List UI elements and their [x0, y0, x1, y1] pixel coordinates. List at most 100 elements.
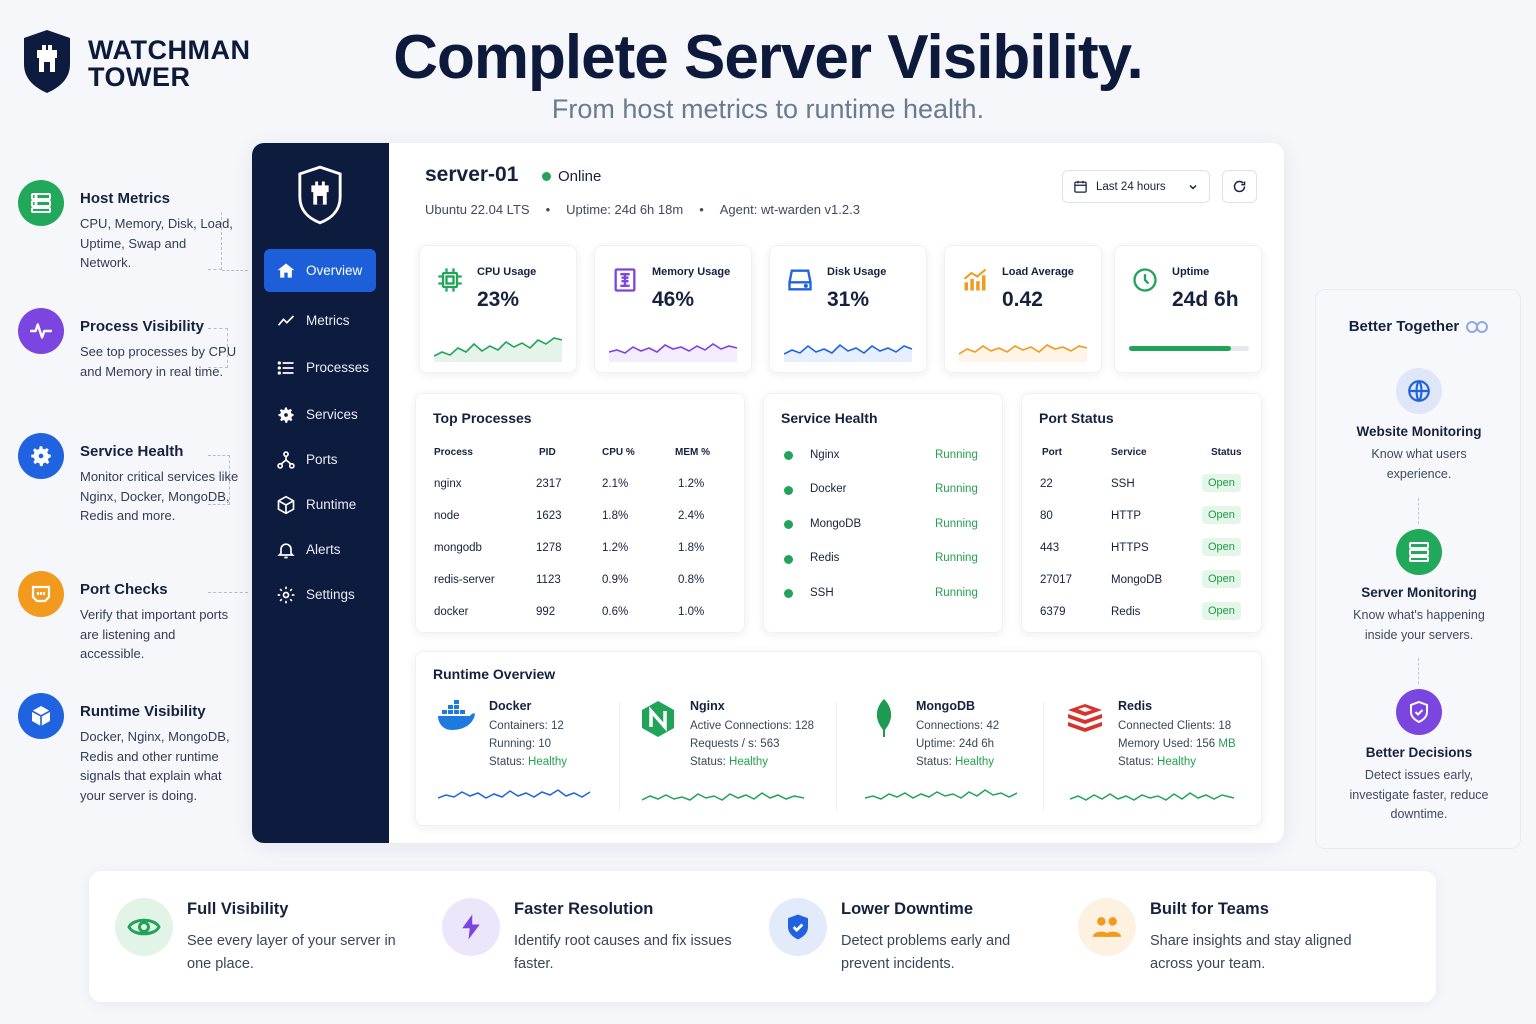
panel-item-desc: Know what's happening inside your server… — [1353, 608, 1485, 642]
service-status: Running — [935, 518, 978, 530]
runtime-status: Status: Healthy — [690, 756, 768, 768]
separator: • — [545, 202, 551, 217]
shield-tower-icon — [296, 164, 344, 231]
card-title: Top Processes — [433, 410, 532, 426]
benefits-banner: Full Visibility See every layer of your … — [89, 871, 1436, 1002]
benefit-desc: Identify root causes and fix issues fast… — [514, 933, 732, 972]
sidebar-item-metrics[interactable]: Metrics — [264, 299, 376, 342]
column-header: Port — [1042, 447, 1062, 458]
sidebar-item-runtime[interactable]: Runtime — [264, 483, 376, 526]
time-range-select[interactable]: Last 24 hours — [1062, 170, 1210, 203]
benefit-title: Full Visibility — [187, 900, 289, 918]
status-badge: Open — [1202, 538, 1241, 556]
table-cell: 0.9% — [602, 574, 629, 586]
feature-title: Host Metrics — [80, 190, 171, 207]
runtime-stat: Running: 10 — [489, 738, 552, 750]
panel-item-desc: Know what users experience. — [1371, 447, 1467, 481]
settings-icon — [277, 586, 295, 603]
panel-item-title: Website Monitoring — [1356, 424, 1482, 439]
feature-desc: Docker, Nginx, MongoDB, Redis and other … — [80, 729, 230, 803]
metric-label: CPU Usage — [477, 266, 537, 278]
feature-port-checks: Port Checks Verify that important ports … — [18, 571, 248, 671]
metric-label: Disk Usage — [827, 266, 887, 278]
table-cell: MongoDB — [1111, 574, 1163, 586]
divider — [836, 702, 837, 812]
benefit-full-visibility: Full Visibility See every layer of your … — [115, 898, 415, 978]
sidebar-item-alerts[interactable]: Alerts — [264, 528, 376, 571]
sidebar-item-services[interactable]: Services — [264, 393, 376, 436]
benefit-desc: Share insights and stay aligned across y… — [1150, 933, 1352, 972]
card-title: Service Health — [781, 410, 878, 426]
table-cell: 0.6% — [602, 606, 629, 618]
memory-used-unit: MB — [1218, 738, 1236, 750]
refresh-button[interactable] — [1222, 170, 1257, 203]
feature-desc: Verify that important ports are listenin… — [80, 607, 229, 661]
status-label: Status: — [916, 756, 952, 768]
runtime-name: Docker — [489, 699, 532, 713]
sidebar-item-processes[interactable]: Processes — [264, 346, 376, 389]
memory-icon — [611, 266, 639, 299]
runtime-stat: Connected Clients: 18 — [1118, 720, 1232, 732]
connector-line — [1418, 658, 1419, 684]
table-cell: 1.0% — [678, 606, 705, 618]
panel-title: Better Together — [1348, 318, 1460, 335]
feature-title: Process Visibility — [80, 318, 204, 335]
runtime-overview-card: Runtime Overview Docker Containers: 12 R… — [415, 651, 1262, 826]
table-cell: 1623 — [536, 510, 562, 522]
panel-item-website-monitoring: Website Monitoring Know what users exper… — [1316, 368, 1522, 484]
metric-card-uptime: Uptime 24d 6h — [1114, 245, 1262, 373]
service-status: Running — [935, 483, 978, 495]
connector-line — [222, 270, 248, 271]
table-cell: 1.8% — [602, 510, 629, 522]
status-label: Status: — [1118, 756, 1154, 768]
sidebar-item-label: Services — [306, 407, 358, 422]
status-value: Healthy — [729, 756, 769, 768]
metric-value: 46% — [652, 288, 695, 311]
server-uptime: Uptime: 24d 6h 18m — [566, 202, 684, 217]
runtime-name: MongoDB — [916, 699, 976, 713]
metric-label: Load Average — [1002, 266, 1074, 278]
table-cell: 80 — [1040, 510, 1053, 522]
service-name: Nginx — [810, 449, 840, 461]
divider — [619, 702, 620, 812]
runtime-stat: Active Connections: 128 — [690, 720, 815, 732]
sidebar-item-settings[interactable]: Settings — [264, 573, 376, 616]
connector-line — [208, 592, 248, 593]
table-cell: 1278 — [536, 542, 562, 554]
table-cell: 22 — [1040, 478, 1053, 490]
sidebar-item-overview[interactable]: Overview — [264, 249, 376, 292]
sparkline — [959, 344, 1088, 362]
column-header: Process — [434, 447, 473, 458]
panel-item-title: Server Monitoring — [1361, 585, 1477, 600]
card-title: Port Status — [1039, 410, 1114, 426]
server-os: Ubuntu 22.04 LTS — [425, 202, 530, 217]
divider — [1043, 702, 1044, 812]
status-dot — [542, 172, 551, 181]
sparkline — [642, 792, 805, 801]
status-badge: Open — [1202, 570, 1241, 588]
home-icon — [277, 263, 295, 278]
sparkline — [434, 337, 563, 362]
runtime-stat: Requests / s: 563 — [690, 738, 780, 750]
service-status: Running — [935, 449, 978, 461]
chevron-down-icon — [1189, 184, 1197, 190]
sidebar-item-label: Runtime — [306, 497, 357, 512]
table-cell: 2317 — [536, 478, 562, 490]
metric-value: 24d 6h — [1172, 288, 1239, 311]
service-status: Running — [935, 587, 978, 599]
table-cell: nginx — [434, 478, 462, 490]
status-dot — [784, 555, 793, 564]
disk-icon — [786, 266, 814, 299]
table-cell: 6379 — [1040, 606, 1066, 618]
table-cell: node — [434, 510, 460, 522]
runtime-status: Status: Healthy — [916, 756, 994, 768]
service-status: Running — [935, 552, 978, 564]
uptime-progress-fill — [1129, 346, 1231, 351]
column-header: Service — [1111, 447, 1147, 458]
table-cell: mongodb — [434, 542, 482, 554]
sidebar-item-ports[interactable]: Ports — [264, 438, 376, 481]
redis-icon — [1066, 702, 1104, 741]
bar-chart-icon — [961, 266, 989, 299]
table-cell: 992 — [536, 606, 556, 618]
docker-icon — [436, 700, 476, 737]
